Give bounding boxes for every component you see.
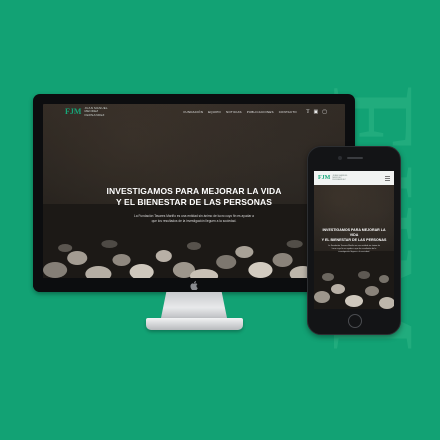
mobile-hero-content: INVESTIGAMOS PARA MEJORAR LA VIDA Y EL B… [314,228,394,254]
instagram-icon[interactable]: ▢ [322,109,327,115]
monitor-stand-neck [161,292,227,318]
nav-link-contacto[interactable]: CONTACTO [279,110,297,114]
home-button[interactable] [348,314,362,328]
mobile-hero-headline-line2: Y EL BIENESTAR DE LAS PERSONAS [321,237,387,242]
mobile-navbar: FJM JUAN MANUEL MENDEZ FERNANDEZ [314,171,394,185]
nav-link-noticias[interactable]: NOTICIAS [226,110,242,114]
mobile-stones-image [314,251,394,309]
hero-subtitle: La Fundación Tavares Mariño es una entid… [134,214,254,223]
nav-link-fundacion[interactable]: FUNDACIÓN [183,110,203,114]
nav-link-publicaciones[interactable]: PUBLICACIONES [247,110,274,114]
hero-headline-line1: INVESTIGAMOS PARA MEJORAR LA VIDA [106,186,282,196]
site-brand-name: JUAN MANUEL MENDEZ FERNANDEZ [84,106,108,117]
site-logo[interactable]: FJM [65,107,81,116]
site-nav: FUNDACIÓN EQUIPO NOTICIAS PUBLICACIONES … [183,110,296,114]
site-brand[interactable]: FJM JUAN MANUEL MENDEZ FERNANDEZ [51,106,118,117]
nav-link-equipo[interactable]: EQUIPO [208,110,221,114]
facebook-icon[interactable]: ▣ [314,109,319,115]
mobile-hero-headline: INVESTIGAMOS PARA MEJORAR LA VIDA Y EL B… [314,228,394,242]
camera-icon [338,156,342,160]
mobile-website-hero: FJM JUAN MANUEL MENDEZ FERNANDEZ INVESTI… [314,171,394,309]
mobile-logo[interactable]: FJM [318,175,330,181]
mobile-hero-headline-line1: INVESTIGAMOS PARA MEJORAR LA VIDA [322,228,386,237]
mobile-brand[interactable]: FJM JUAN MANUEL MENDEZ FERNANDEZ [318,175,354,182]
twitter-icon[interactable]: 𝕋 [306,109,310,115]
phone-speaker [347,157,363,159]
mobile-brand-name: JUAN MANUEL MENDEZ FERNANDEZ [332,174,348,182]
desktop-screen: FJM JUAN MANUEL MENDEZ FERNANDEZ FUNDACI… [43,104,345,282]
website-hero: FJM JUAN MANUEL MENDEZ FERNANDEZ FUNDACI… [43,104,345,282]
mobile-hero-subtitle: La Fundación Tavares Mariño es una entid… [328,245,380,253]
hamburger-menu-icon[interactable] [385,175,390,181]
apple-logo-icon [190,281,198,290]
monitor-stand-base [146,318,243,330]
hero-content: INVESTIGAMOS PARA MEJORAR LA VIDA Y EL B… [43,186,345,223]
phone-screen: FJM JUAN MANUEL MENDEZ FERNANDEZ INVESTI… [314,171,394,309]
mobile-phone: FJM JUAN MANUEL MENDEZ FERNANDEZ INVESTI… [307,146,401,335]
social-links: 𝕋 ▣ ▢ [306,109,327,115]
hero-headline-line2: Y EL BIENESTAR DE LAS PERSONAS [115,197,273,207]
hero-headline: INVESTIGAMOS PARA MEJORAR LA VIDA Y EL B… [43,186,345,208]
site-navbar: FJM JUAN MANUEL MENDEZ FERNANDEZ FUNDACI… [43,104,345,120]
